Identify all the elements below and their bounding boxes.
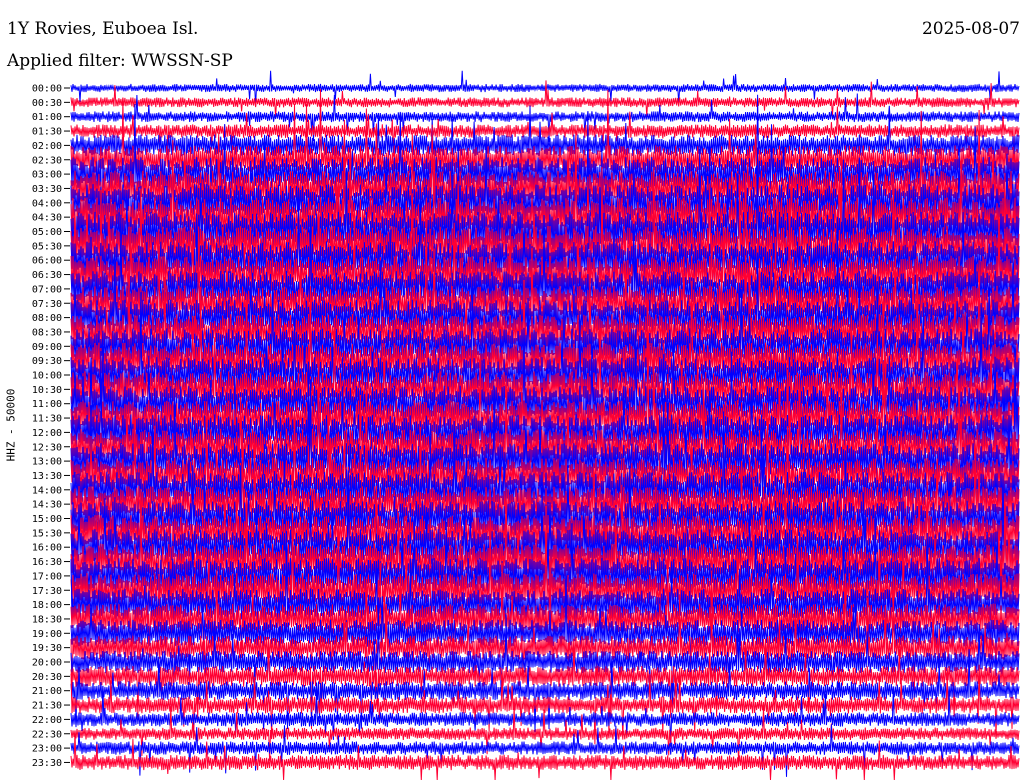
time-tick-label: 03:00 (32, 170, 62, 181)
time-tick-label: 09:30 (32, 356, 62, 367)
time-tick-label: 14:30 (32, 500, 62, 511)
time-tick-label: 19:00 (32, 629, 62, 640)
time-tick-label: 08:00 (32, 313, 62, 324)
time-tick-label: 02:30 (32, 155, 62, 166)
time-tick-label: 17:00 (32, 571, 62, 582)
time-tick-label: 11:30 (32, 414, 62, 425)
time-tick-label: 06:30 (32, 270, 62, 281)
time-tick-label: 11:00 (32, 399, 62, 410)
time-tick-label: 18:30 (32, 614, 62, 625)
time-tick-label: 21:00 (32, 686, 62, 697)
time-tick-label: 08:30 (32, 327, 62, 338)
time-tick-label: 22:00 (32, 715, 62, 726)
time-tick-label: 01:00 (32, 112, 62, 123)
time-tick-label: 20:30 (32, 672, 62, 683)
time-tick-label: 15:30 (32, 528, 62, 539)
time-tick-label: 06:00 (32, 256, 62, 267)
time-tick-label: 05:30 (32, 241, 62, 252)
time-tick-label: 02:00 (32, 141, 62, 152)
time-tick-label: 16:00 (32, 543, 62, 554)
time-tick-label: 21:30 (32, 701, 62, 712)
time-tick-layer: 00:00 00:30 01:00 01:30 02:00 02:30 03:00 03:30… (32, 84, 70, 769)
time-tick-label: 10:30 (32, 385, 62, 396)
time-tick-label: 23:00 (32, 744, 62, 755)
time-tick-label: 12:30 (32, 442, 62, 453)
trace-layer (70, 70, 1020, 780)
time-tick-label: 01:30 (32, 127, 62, 138)
time-tick-label: 17:30 (32, 586, 62, 597)
time-tick-label: 23:30 (32, 758, 62, 769)
time-tick-label: 09:00 (32, 342, 62, 353)
time-tick-label: 00:00 (32, 84, 62, 95)
time-tick-label: 04:00 (32, 198, 62, 209)
time-tick-label: 07:30 (32, 299, 62, 310)
time-tick-label: 07:00 (32, 284, 62, 295)
time-tick-label: 16:30 (32, 557, 62, 568)
time-tick-label: 20:00 (32, 658, 62, 669)
time-tick-label: 03:30 (32, 184, 62, 195)
helicorder-plot: 00:00 00:30 01:00 01:30 02:00 02:30 03:00 03:30… (32, 70, 1020, 780)
time-tick-label: 15:00 (32, 514, 62, 525)
time-tick-label: 00:30 (32, 98, 62, 109)
time-tick-label: 12:00 (32, 428, 62, 439)
trace-line (70, 731, 1020, 780)
time-tick-label: 22:30 (32, 729, 62, 740)
time-tick-label: 18:00 (32, 600, 62, 611)
time-tick-label: 14:00 (32, 485, 62, 496)
time-tick-label: 10:00 (32, 371, 62, 382)
time-tick-label: 19:30 (32, 643, 62, 654)
time-tick-label: 13:00 (32, 457, 62, 468)
time-tick-label: 13:30 (32, 471, 62, 482)
time-tick-label: 05:00 (32, 227, 62, 238)
time-tick-label: 04:30 (32, 213, 62, 224)
